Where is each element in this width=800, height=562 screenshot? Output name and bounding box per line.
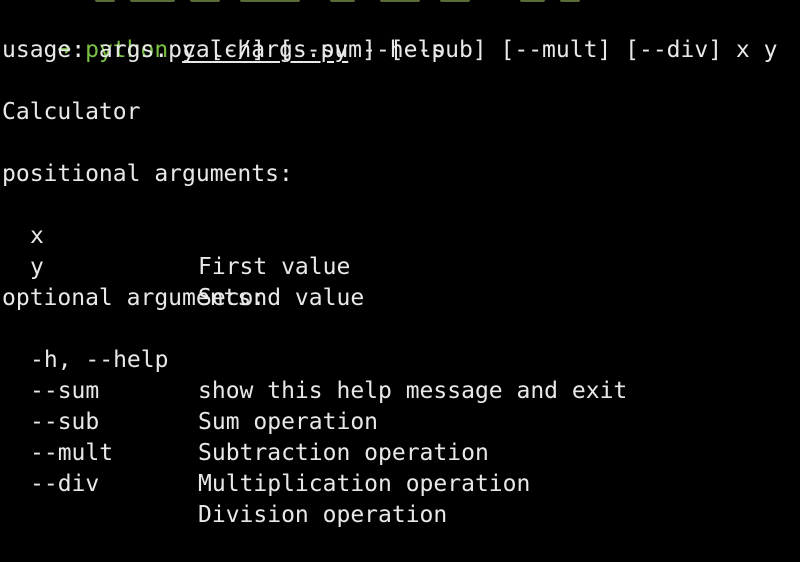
optional-arg-row: --sub Subtraction operation [0, 376, 800, 466]
arg-description: First value [198, 254, 351, 280]
positional-heading: positional arguments: [2, 161, 293, 187]
optional-heading: optional arguments: [2, 285, 266, 311]
arg-name: y [30, 254, 44, 280]
prompt-line: ➜ python calc/args.py --help [2, 4, 445, 63]
positional-arg-row: y Second value [0, 221, 800, 311]
description-line: Calculator [2, 99, 141, 125]
arg-name: --div [30, 471, 100, 497]
optional-arg-row: --mult Multiplication operation [0, 407, 800, 497]
optional-arg-row: --div Division operation [0, 438, 800, 528]
optional-arg-row: --sum Sum operation [0, 345, 800, 435]
usage-line: usage: args.py [-h] [--sum] [--sub] [--m… [2, 37, 778, 63]
arg-description: Multiplication operation [198, 471, 531, 497]
terminal-window[interactable]: ➜ python calc/args.py --help usage: args… [0, 0, 800, 528]
optional-arg-row: -h, --help show this help message and ex… [0, 314, 800, 404]
arg-description: Division operation [198, 502, 448, 528]
positional-arg-row: x First value [0, 190, 800, 280]
